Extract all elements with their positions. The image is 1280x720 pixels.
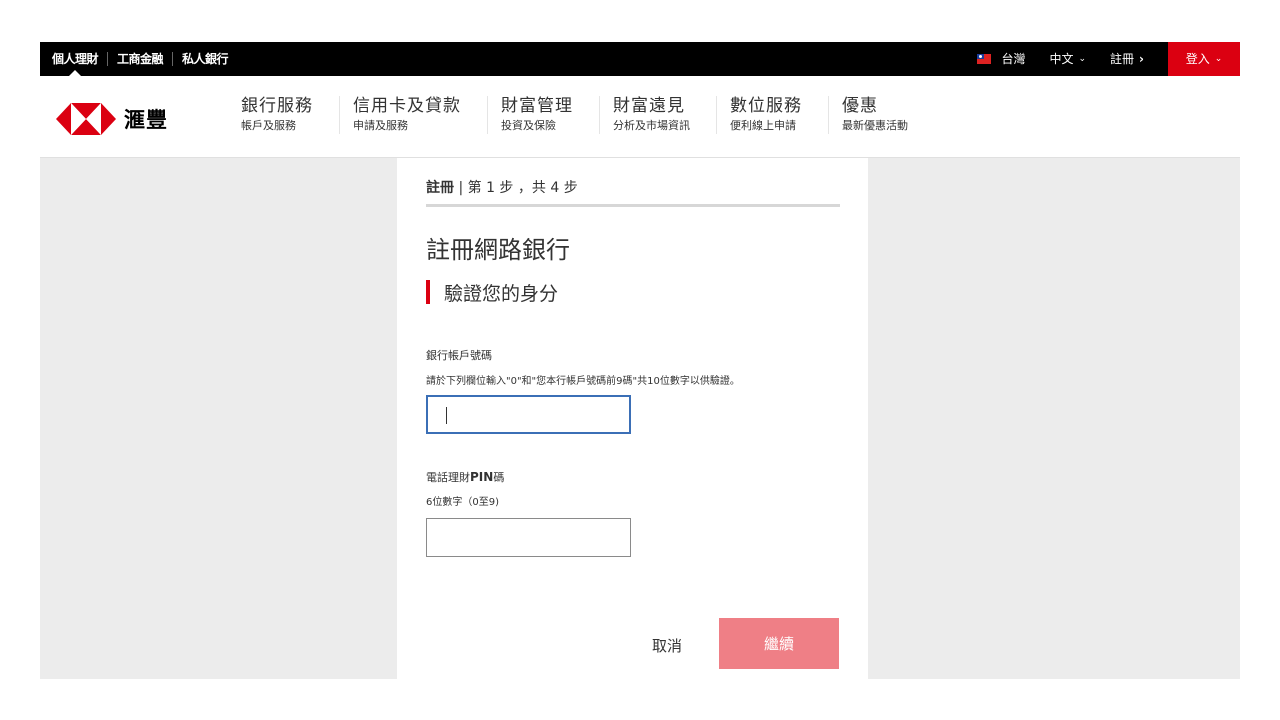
top-bar-actions: 台灣 中文 ⌄ 註冊 › 登入 ⌄: [977, 42, 1240, 76]
language-selector[interactable]: 中文 ⌄: [1049, 42, 1086, 76]
register-link[interactable]: 註冊 ›: [1110, 42, 1144, 76]
step-separator: |: [454, 180, 468, 196]
top-bar: 個人理財 工商金融 私人銀行 台灣 中文 ⌄ 註冊 › 登入 ⌄: [40, 42, 1240, 76]
menu-wealth-insights[interactable]: 財富遠見 分析及市場資訊: [600, 96, 717, 134]
tab-personal-banking[interactable]: 個人理財: [52, 42, 107, 76]
main-menu: 銀行服務 帳戶及服務 信用卡及貸款 申請及服務 財富管理 投資及保險 財富遠見 …: [228, 96, 934, 134]
brand-logo[interactable]: 滙豐: [56, 103, 168, 135]
menu-subtitle: 最新優惠活動: [842, 119, 908, 132]
menu-subtitle: 申請及服務: [353, 119, 408, 132]
tab-private-banking[interactable]: 私人銀行: [173, 42, 237, 76]
chevron-down-icon: ⌄: [1214, 54, 1223, 64]
menu-title: 數位服務: [730, 96, 802, 116]
menu-title: 財富遠見: [613, 96, 685, 116]
cancel-button[interactable]: 取消: [652, 635, 682, 656]
menu-subtitle: 分析及市場資訊: [613, 119, 690, 132]
red-accent-bar: [426, 280, 430, 304]
menu-title: 銀行服務: [241, 96, 313, 116]
page-title: 註冊網路銀行: [426, 236, 570, 264]
account-number-input[interactable]: [426, 395, 631, 434]
language-label: 中文: [1049, 52, 1074, 66]
menu-subtitle: 便利線上申請: [730, 119, 796, 132]
taiwan-flag-icon: [977, 54, 992, 64]
menu-wealth-management[interactable]: 財富管理 投資及保險: [488, 96, 600, 134]
menu-title: 財富管理: [501, 96, 573, 116]
step-title: 註冊: [426, 180, 454, 196]
brand-name: 滙豐: [124, 108, 168, 132]
login-label: 登入: [1185, 52, 1210, 66]
login-button[interactable]: 登入 ⌄: [1168, 42, 1240, 76]
pin-label-suffix: 碼: [493, 471, 505, 484]
menu-title: 優惠: [842, 96, 878, 116]
menu-cards-loans[interactable]: 信用卡及貸款 申請及服務: [340, 96, 488, 134]
page-frame: 個人理財 工商金融 私人銀行 台灣 中文 ⌄ 註冊 › 登入 ⌄ 滙豐 銀行服務…: [40, 42, 1240, 679]
menu-offers[interactable]: 優惠 最新優惠活動: [829, 96, 934, 134]
register-label: 註冊: [1110, 52, 1135, 66]
text-cursor: [446, 407, 447, 424]
menu-digital-services[interactable]: 數位服務 便利線上申請: [717, 96, 829, 134]
chevron-down-icon: ⌄: [1078, 54, 1087, 64]
continue-button[interactable]: 繼續: [719, 618, 839, 669]
region-label: 台灣: [1001, 52, 1026, 66]
content-area: 註冊 | 第 1 步 ，共 4 步 註冊網路銀行 驗證您的身分 銀行帳戶號碼 請…: [40, 158, 1240, 679]
step-text: 第 1 步 ，共 4 步: [467, 180, 578, 196]
pin-input[interactable]: [426, 518, 631, 557]
section-title: 驗證您的身分: [444, 282, 559, 305]
tab-commercial-banking[interactable]: 工商金融: [108, 42, 172, 76]
business-tabs: 個人理財 工商金融 私人銀行: [52, 42, 237, 76]
menu-banking[interactable]: 銀行服務 帳戶及服務: [228, 96, 340, 134]
pin-hint: 6位數字（0至9): [426, 497, 499, 508]
chevron-right-icon: ›: [1139, 52, 1144, 66]
section-heading: 驗證您的身分: [426, 278, 558, 306]
menu-subtitle: 帳戶及服務: [241, 119, 296, 132]
pin-label-bold: PIN: [470, 470, 494, 484]
hexagon-logo-icon: [56, 103, 116, 135]
account-number-hint: 請於下列欄位輸入"0"和"您本行帳戶號碼前9碼"共10位數字以供驗證。: [426, 376, 740, 387]
progress-bar: [426, 204, 840, 207]
step-indicator: 註冊 | 第 1 步 ，共 4 步: [426, 177, 578, 197]
menu-subtitle: 投資及保險: [501, 119, 556, 132]
account-number-label: 銀行帳戶號碼: [426, 349, 492, 362]
registration-form: 註冊 | 第 1 步 ，共 4 步 註冊網路銀行 驗證您的身分 銀行帳戶號碼 請…: [397, 158, 868, 679]
pin-label-prefix: 電話理財: [426, 471, 470, 484]
main-nav-bar: 滙豐 銀行服務 帳戶及服務 信用卡及貸款 申請及服務 財富管理 投資及保險 財富…: [40, 76, 1240, 158]
menu-title: 信用卡及貸款: [353, 96, 461, 116]
region-selector[interactable]: 台灣: [977, 42, 1025, 76]
pin-label: 電話理財PIN碼: [426, 469, 504, 485]
